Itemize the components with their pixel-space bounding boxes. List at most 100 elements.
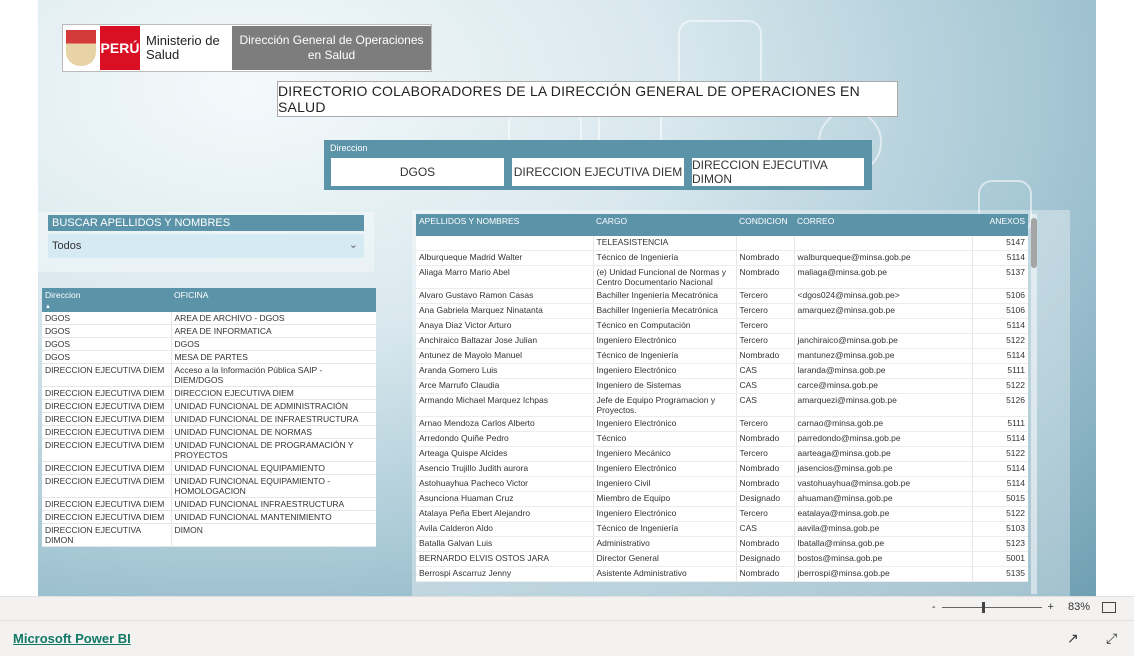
office-cell-direccion: DGOS bbox=[42, 337, 172, 351]
cell-nombre: Asunciona Huaman Cruz bbox=[416, 491, 594, 507]
col-cargo[interactable]: CARGO bbox=[593, 214, 736, 236]
chevron-down-icon: ⌄ bbox=[348, 239, 358, 251]
office-cell-direccion: DIRECCION EJECUTIVA DIEM bbox=[42, 497, 172, 511]
cell-anexo: 5106 bbox=[972, 303, 1028, 319]
office-row[interactable]: DIRECCION EJECUTIVA DIEM UNIDAD FUNCIONAL… bbox=[42, 438, 376, 462]
table-row[interactable]: Alvaro Gustavo Ramon Casas Bachiller Inge… bbox=[416, 288, 1028, 304]
cell-correo: bostos@minsa.gob.pe bbox=[794, 551, 973, 567]
cell-anexo: 5147 bbox=[972, 236, 1028, 251]
office-row[interactable]: DIRECCION EJECUTIVA DIEM UNIDAD FUNCIONAL… bbox=[42, 474, 376, 498]
scrollbar-thumb[interactable] bbox=[1031, 218, 1037, 268]
table-row[interactable]: Arce Marrufo Claudia Ingeniero de Sistema… bbox=[416, 378, 1028, 394]
search-dropdown[interactable]: Todos ⌄ bbox=[48, 234, 364, 258]
office-cell-oficina: AREA DE ARCHIVO - DGOS bbox=[171, 312, 376, 325]
cell-cargo: Técnico de Ingeniería bbox=[593, 348, 737, 364]
footer: Microsoft Power BI ↗ ⤢ bbox=[0, 620, 1134, 656]
office-row[interactable]: DGOS AREA DE INFORMATICA bbox=[42, 324, 376, 338]
cell-nombre bbox=[416, 236, 594, 251]
office-table: Direccion ▲ OFICINA DGOS AREA DE ARCHIVO -… bbox=[42, 288, 376, 547]
cell-correo: eatalaya@minsa.gob.pe bbox=[794, 506, 973, 522]
zoom-slider-handle[interactable] bbox=[981, 601, 985, 613]
office-cell-oficina: UNIDAD FUNCIONAL DE PROGRAMACIÓN Y PROYE… bbox=[171, 438, 376, 462]
table-row[interactable]: Anchiraico Baltazar Jose Julian Ingeniero… bbox=[416, 333, 1028, 349]
cell-condicion: Nombrado bbox=[736, 536, 795, 552]
office-col-oficina[interactable]: OFICINA bbox=[171, 288, 376, 312]
cell-anexo: 5114 bbox=[972, 348, 1028, 364]
office-row[interactable]: DIRECCION EJECUTIVA DIEM UNIDAD FUNCIONAL… bbox=[42, 510, 376, 524]
office-row[interactable]: DGOS MESA DE PARTES bbox=[42, 350, 376, 364]
table-row[interactable]: Aliaga Marro Mario Abel (e) Unidad Funcio… bbox=[416, 265, 1028, 289]
office-row[interactable]: DIRECCION EJECUTIVA DIEM DIRECCION EJECUT… bbox=[42, 386, 376, 400]
office-cell-oficina: UNIDAD FUNCIONAL EQUIPAMIENTO - HOMOLOGA… bbox=[171, 474, 376, 498]
fullscreen-icon[interactable]: ⤢ bbox=[1106, 630, 1117, 647]
office-row[interactable]: DIRECCION EJECUTIVA DIMON DIMON bbox=[42, 523, 376, 547]
cell-cargo: Director General bbox=[593, 551, 737, 567]
table-row[interactable]: Berrospi Ascarruz Jenny Asistente Adminis… bbox=[416, 566, 1028, 582]
power-bi-link[interactable]: Microsoft Power BI bbox=[13, 631, 131, 646]
table-row[interactable]: Anaya Diaz Victor Arturo Técnico en Compu… bbox=[416, 318, 1028, 334]
table-row[interactable]: Atalaya Peña Ebert Alejandro Ingeniero El… bbox=[416, 506, 1028, 522]
table-row[interactable]: TELEASISTENCIA 5147 bbox=[416, 236, 1028, 251]
cell-condicion: Designado bbox=[736, 491, 795, 507]
cell-correo: laranda@minsa.gob.pe bbox=[794, 363, 973, 379]
office-row[interactable]: DIRECCION EJECUTIVA DIEM UNIDAD FUNCIONAL… bbox=[42, 461, 376, 475]
share-icon[interactable]: ↗ bbox=[1067, 630, 1079, 647]
col-correo[interactable]: CORREO bbox=[794, 214, 972, 236]
fit-to-page-icon[interactable] bbox=[1102, 602, 1116, 613]
office-row[interactable]: DIRECCION EJECUTIVA DIEM UNIDAD FUNCIONAL… bbox=[42, 399, 376, 413]
table-row[interactable]: Astohuayhua Pacheco Victor Ingeniero Civi… bbox=[416, 476, 1028, 492]
slicer-button-dimon[interactable]: DIRECCION EJECUTIVA DIMON bbox=[692, 158, 864, 186]
office-cell-direccion: DIRECCION EJECUTIVA DIEM bbox=[42, 438, 172, 462]
col-condicion[interactable]: CONDICION bbox=[736, 214, 794, 236]
cell-correo: aarteaga@minsa.gob.pe bbox=[794, 446, 973, 462]
office-row[interactable]: DGOS DGOS bbox=[42, 337, 376, 351]
cell-condicion: Nombrado bbox=[736, 348, 795, 364]
cell-anexo: 5114 bbox=[972, 318, 1028, 334]
table-row[interactable]: Armando Michael Marquez Ichpas Jefe de Eq… bbox=[416, 393, 1028, 417]
zoom-slider[interactable] bbox=[941, 601, 1042, 613]
cell-nombre: Aliaga Marro Mario Abel bbox=[416, 265, 594, 289]
zoom-out-button[interactable]: - bbox=[932, 601, 936, 613]
cell-condicion: Nombrado bbox=[736, 476, 795, 492]
slicer-button-dgos[interactable]: DGOS bbox=[331, 158, 504, 186]
table-row[interactable]: Aranda Gomero Luis Ingeniero Electrónico C… bbox=[416, 363, 1028, 379]
office-row[interactable]: DIRECCION EJECUTIVA DIEM Acceso a la Info… bbox=[42, 363, 376, 387]
cell-nombre: Arnao Mendoza Carlos Alberto bbox=[416, 416, 594, 432]
table-row[interactable]: Arteaga Quispe Alcides Ingeniero Mecánico… bbox=[416, 446, 1028, 462]
office-row[interactable]: DIRECCION EJECUTIVA DIEM UNIDAD FUNCIONAL… bbox=[42, 412, 376, 426]
zoom-in-button[interactable]: + bbox=[1048, 601, 1054, 613]
table-row[interactable]: Alburqueque Madrid Walter Técnico de Inge… bbox=[416, 250, 1028, 266]
office-cell-direccion: DIRECCION EJECUTIVA DIMON bbox=[42, 523, 172, 547]
cell-condicion: Nombrado bbox=[736, 250, 795, 266]
office-row[interactable]: DGOS AREA DE ARCHIVO - DGOS bbox=[42, 312, 376, 325]
table-row[interactable]: Batalla Galvan Luis Administrativo Nombrad… bbox=[416, 536, 1028, 552]
table-row[interactable]: Antunez de Mayolo Manuel Técnico de Ingen… bbox=[416, 348, 1028, 364]
cell-anexo: 5114 bbox=[972, 431, 1028, 447]
cell-cargo: Administrativo bbox=[593, 536, 737, 552]
table-row[interactable]: Arnao Mendoza Carlos Alberto Ingeniero El… bbox=[416, 416, 1028, 432]
office-cell-oficina: UNIDAD FUNCIONAL DE NORMAS bbox=[171, 425, 376, 439]
cell-correo: janchiraico@minsa.gob.pe bbox=[794, 333, 973, 349]
office-cell-direccion: DIRECCION EJECUTIVA DIEM bbox=[42, 474, 172, 498]
table-row[interactable]: Arredondo Quiñe Pedro Técnico Nombrado parr… bbox=[416, 431, 1028, 447]
table-row[interactable]: Avila Calderon Aldo Técnico de Ingeniería… bbox=[416, 521, 1028, 537]
table-row[interactable]: Ana Gabriela Marquez Ninatanta Bachiller … bbox=[416, 303, 1028, 319]
table-scrollbar[interactable] bbox=[1031, 214, 1037, 594]
office-cell-oficina: MESA DE PARTES bbox=[171, 350, 376, 364]
slicer-button-diem[interactable]: DIRECCION EJECUTIVA DIEM bbox=[512, 158, 684, 186]
cell-nombre: Anchiraico Baltazar Jose Julian bbox=[416, 333, 594, 349]
minsa-logo: PERÚ Ministerio de Salud Dirección Gener… bbox=[62, 24, 432, 72]
col-anexos[interactable]: ANEXOS bbox=[972, 214, 1028, 236]
cell-correo: lbatalla@minsa.gob.pe bbox=[794, 536, 973, 552]
table-row[interactable]: Asunciona Huaman Cruz Miembro de Equipo De… bbox=[416, 491, 1028, 507]
table-row[interactable]: Asencio Trujillo Judith aurora Ingeniero … bbox=[416, 461, 1028, 477]
office-row[interactable]: DIRECCION EJECUTIVA DIEM UNIDAD FUNCIONAL… bbox=[42, 497, 376, 511]
report-canvas: PERÚ Ministerio de Salud Dirección Gener… bbox=[38, 0, 1096, 596]
cell-correo: carce@minsa.gob.pe bbox=[794, 378, 973, 394]
table-row[interactable]: BERNARDO ELVIS OSTOS JARA Director Genera… bbox=[416, 551, 1028, 567]
office-col-direccion[interactable]: Direccion ▲ bbox=[42, 288, 171, 312]
col-apellidos-nombres[interactable]: APELLIDOS Y NOMBRES bbox=[416, 214, 593, 236]
cell-cargo: Bachiller Ingeniería Mecatrónica bbox=[593, 288, 737, 304]
office-row[interactable]: DIRECCION EJECUTIVA DIEM UNIDAD FUNCIONAL… bbox=[42, 425, 376, 439]
coat-of-arms-icon bbox=[66, 30, 96, 66]
